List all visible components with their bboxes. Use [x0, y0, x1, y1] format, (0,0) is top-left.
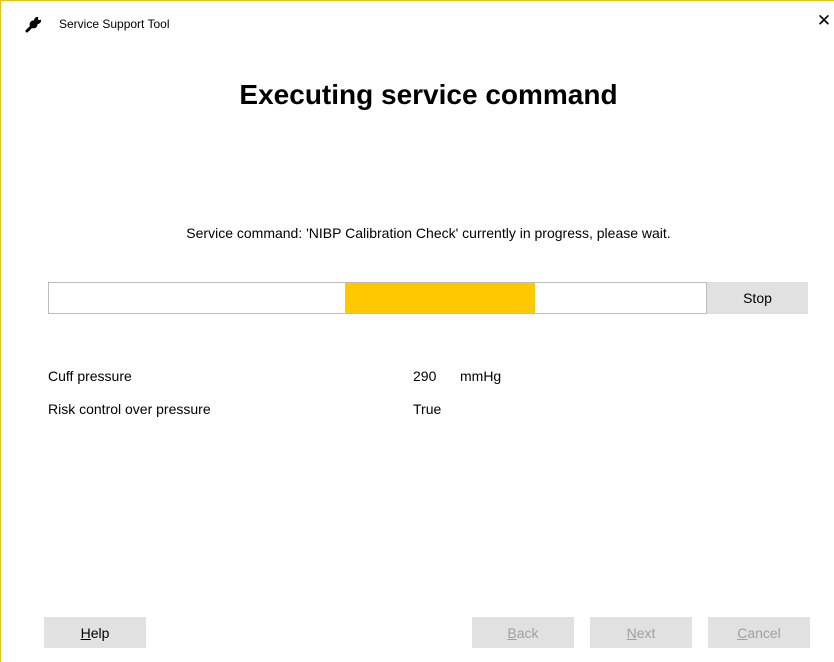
close-button[interactable]: ✕ [813, 9, 834, 33]
page-title: Executing service command [239, 79, 618, 110]
status-message: Service command: 'NIBP Calibration Check… [186, 225, 671, 241]
window-title: Service Support Tool [59, 17, 170, 31]
progress-bar [48, 282, 707, 314]
stop-button[interactable]: Stop [707, 282, 808, 314]
cancel-label: ancel [747, 624, 781, 641]
wrench-icon [25, 16, 42, 33]
cuff-pressure-unit: mmHg [460, 368, 502, 384]
progress-bar-fill [344, 283, 536, 313]
back-label: ack [516, 624, 539, 641]
close-icon: ✕ [816, 11, 832, 30]
back-button[interactable]: Back [472, 617, 574, 648]
cancel-mnemonic: C [737, 624, 748, 641]
help-label: elp [90, 624, 110, 641]
help-button[interactable]: Help [44, 617, 146, 648]
risk-control-label: Risk control over pressure [48, 401, 211, 417]
cancel-button[interactable]: Cancel [708, 617, 810, 648]
next-button[interactable]: Next [590, 617, 692, 648]
service-support-window: Service Support Tool ✕ Executing service… [0, 0, 834, 662]
back-mnemonic: B [507, 624, 517, 641]
help-mnemonic: H [80, 624, 91, 641]
title-bar: Service Support Tool ✕ [1, 1, 834, 33]
cuff-pressure-label: Cuff pressure [48, 368, 132, 384]
risk-control-value: True [413, 401, 442, 417]
next-mnemonic: N [626, 624, 637, 641]
cuff-pressure-value: 290 [413, 368, 437, 384]
next-label: ext [636, 624, 656, 641]
